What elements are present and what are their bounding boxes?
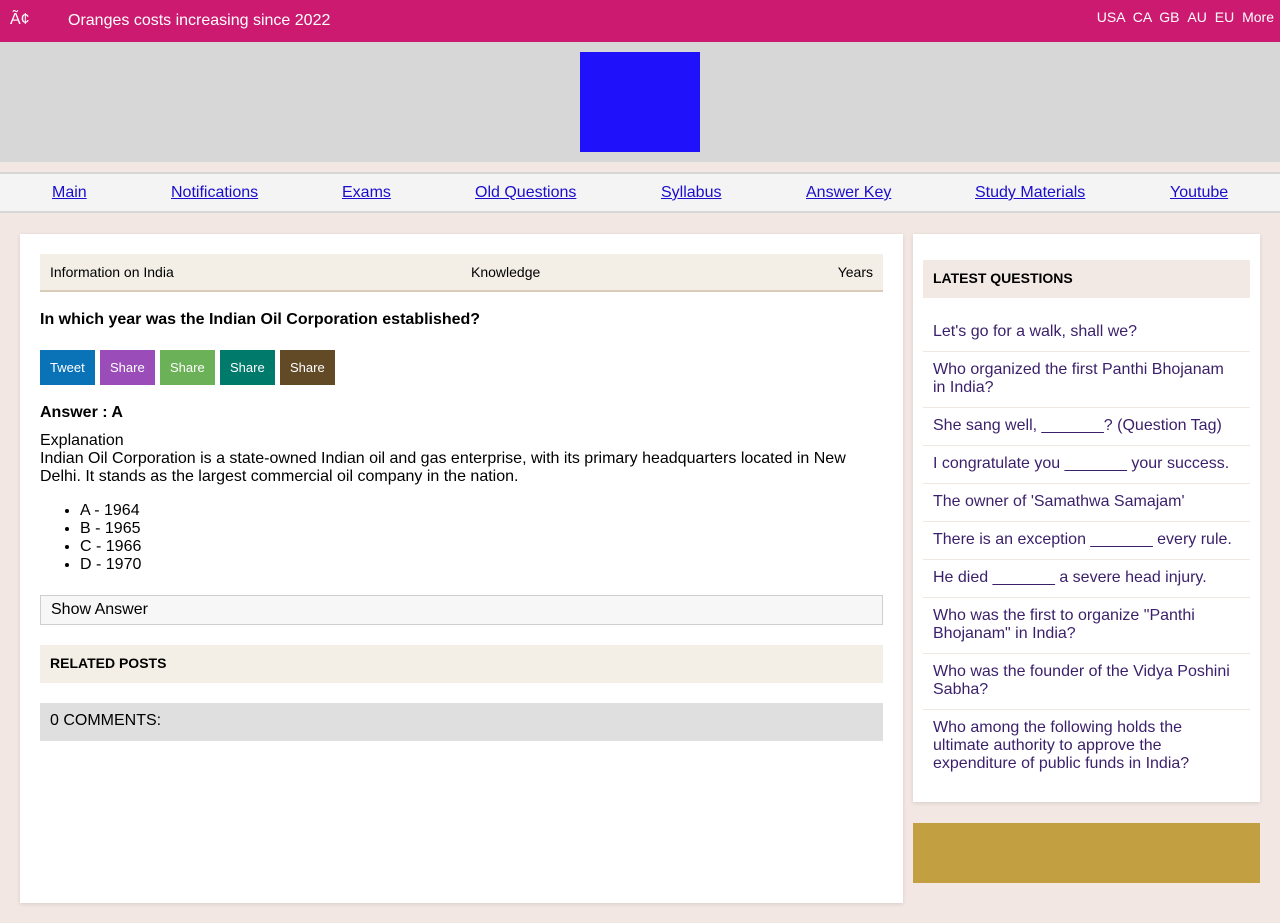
breadcrumb-tag[interactable]: Years — [838, 264, 873, 280]
option-d: D - 1970 — [80, 556, 141, 574]
related-posts-heading: RELATED POSTS — [40, 645, 883, 683]
explanation-text: Indian Oil Corporation is a state-owned … — [40, 450, 846, 485]
region-ca[interactable]: CA — [1133, 9, 1152, 25]
region-au[interactable]: AU — [1187, 9, 1206, 25]
latest-question-item[interactable]: Who was the first to organize "Panthi Bh… — [923, 598, 1250, 654]
share-button-4[interactable]: Share — [280, 350, 335, 385]
region-eu[interactable]: EU — [1215, 9, 1234, 25]
header-banner — [0, 42, 1280, 162]
top-bar: Ã¢ Oranges costs increasing since 2022 U… — [0, 0, 1280, 42]
latest-question-item[interactable]: Let's go for a walk, shall we? — [923, 314, 1250, 352]
latest-question-item[interactable]: I congratulate you _______ your success. — [923, 446, 1250, 484]
latest-question-item[interactable]: There is an exception _______ every rule… — [923, 522, 1250, 560]
region-more[interactable]: More — [1242, 9, 1274, 25]
nav-answer-key[interactable]: Answer Key — [806, 184, 891, 202]
latest-questions-list: Let's go for a walk, shall we? Who organ… — [923, 314, 1250, 783]
nav-youtube[interactable]: Youtube — [1170, 184, 1228, 202]
latest-question-item[interactable]: She sang well, _______? (Question Tag) — [923, 408, 1250, 446]
sidebar-title: LATEST QUESTIONS — [923, 260, 1250, 298]
show-answer-button[interactable]: Show Answer — [40, 595, 883, 625]
breadcrumb-subcategory[interactable]: Knowledge — [471, 264, 540, 280]
explanation-title: Explanation — [40, 432, 124, 449]
breadcrumb-category[interactable]: Information on India — [50, 264, 174, 280]
answer-options: A - 1964 B - 1965 C - 1966 D - 1970 — [80, 502, 141, 574]
news-ticker[interactable]: Oranges costs increasing since 2022 — [68, 12, 330, 30]
nav-main[interactable]: Main — [52, 184, 87, 202]
latest-question-item[interactable]: He died _______ a severe head injury. — [923, 560, 1250, 598]
ad-banner[interactable] — [913, 823, 1260, 883]
site-logo[interactable] — [580, 52, 700, 152]
region-selector: USA CA GB AU EU More — [1093, 9, 1274, 25]
question-title: In which year was the Indian Oil Corpora… — [40, 311, 481, 328]
topbar-glyph: Ã¢ — [10, 11, 30, 28]
latest-questions-sidebar: LATEST QUESTIONS Let's go for a walk, sh… — [913, 234, 1260, 802]
nav-exams[interactable]: Exams — [342, 184, 391, 202]
main-nav: Main Notifications Exams Old Questions S… — [0, 172, 1280, 213]
nav-notifications[interactable]: Notifications — [171, 184, 258, 202]
post-content: Information on India Knowledge Years In … — [20, 234, 903, 903]
nav-study-materials[interactable]: Study Materials — [975, 184, 1085, 202]
option-a: A - 1964 — [80, 502, 141, 520]
latest-question-item[interactable]: Who was the founder of the Vidya Poshini… — [923, 654, 1250, 710]
nav-syllabus[interactable]: Syllabus — [661, 184, 721, 202]
region-gb[interactable]: GB — [1159, 9, 1179, 25]
nav-old-questions[interactable]: Old Questions — [475, 184, 576, 202]
latest-question-item[interactable]: Who among the following holds the ultima… — [923, 710, 1250, 783]
option-b: B - 1965 — [80, 520, 141, 538]
comments-heading: 0 COMMENTS: — [40, 703, 883, 741]
share-button-3[interactable]: Share — [220, 350, 275, 385]
latest-question-item[interactable]: Who organized the first Panthi Bhojanam … — [923, 352, 1250, 408]
region-usa[interactable]: USA — [1097, 9, 1125, 25]
answer-label: Answer : A — [40, 404, 123, 421]
share-button-1[interactable]: Share — [100, 350, 155, 385]
option-c: C - 1966 — [80, 538, 141, 556]
explanation: Explanation Indian Oil Corporation is a … — [40, 432, 883, 486]
tweet-button[interactable]: Tweet — [40, 350, 95, 385]
latest-question-item[interactable]: The owner of 'Samathwa Samajam' — [923, 484, 1250, 522]
breadcrumb: Information on India Knowledge Years — [40, 254, 883, 292]
share-button-2[interactable]: Share — [160, 350, 215, 385]
